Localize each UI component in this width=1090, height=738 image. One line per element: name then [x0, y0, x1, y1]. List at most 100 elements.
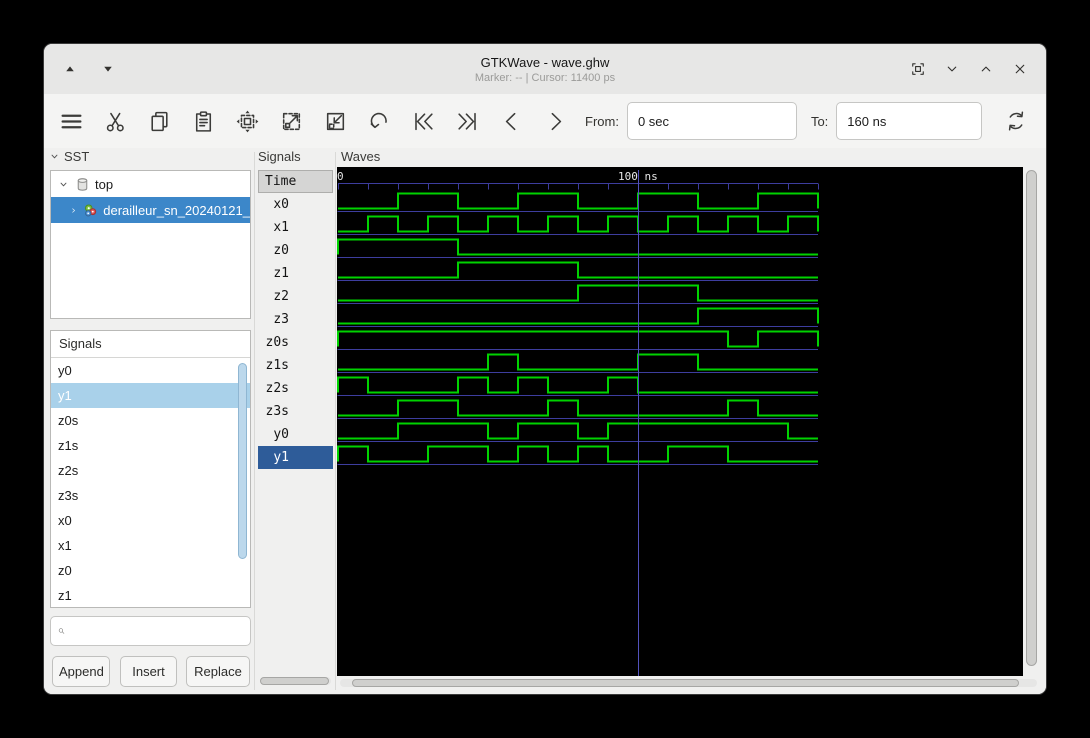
zoom-in-icon [282, 112, 300, 130]
tree-item-top[interactable]: top [51, 171, 250, 197]
waves-vscrollbar[interactable] [1026, 170, 1037, 666]
signal-name-x1[interactable]: x1 [258, 216, 333, 239]
waves-vscrollbar-thumb[interactable] [1026, 170, 1037, 666]
titlebar-center: GTKWave - wave.ghw Marker: -- | Cursor: … [44, 54, 1046, 85]
zoom-fit-icon [236, 110, 258, 132]
signal-list-header: Signals [51, 331, 250, 358]
signal-list-item-z1[interactable]: z1 [51, 583, 250, 607]
step-left-button[interactable] [495, 103, 527, 139]
undo-icon [370, 112, 387, 128]
toolbar: From: To: [44, 94, 1046, 148]
panel-splitter-left[interactable] [254, 152, 255, 690]
window-chevron-down-button[interactable] [940, 57, 964, 81]
to-input[interactable] [836, 102, 983, 140]
search-box [50, 616, 251, 646]
caret-down-icon [60, 182, 67, 186]
titlebar-left-controls [58, 44, 120, 94]
skip-to-end-button[interactable] [451, 103, 483, 139]
zoom-in-button[interactable] [275, 103, 307, 139]
menu-button[interactable] [55, 103, 87, 139]
reload-icon [1009, 111, 1024, 131]
signal-list-item-z2s[interactable]: z2s [51, 458, 250, 483]
skip-to-start-icon [414, 112, 433, 130]
signal-list[interactable]: y0 y1 z0s z1s z2s z3s x0 x1 z0 z1 [51, 358, 250, 607]
signal-list-item-z0[interactable]: z0 [51, 558, 250, 583]
fit-icon [912, 63, 924, 75]
skip-to-start-button[interactable] [407, 103, 439, 139]
signal-name-column[interactable]: x0 x1 z0 z1 z2 z3 z0s z1s z2s z3s y0 y1 [258, 193, 333, 469]
signal-search-input[interactable] [70, 616, 250, 646]
signal-name-z2s[interactable]: z2s [258, 377, 333, 400]
sst-tree[interactable]: top derailleur_sn_20240121_ [50, 170, 251, 319]
signal-name-z3s[interactable]: z3s [258, 400, 333, 423]
names-frame-label: Signals [258, 149, 301, 164]
copy-icon [150, 111, 168, 131]
window-chevron-up-button[interactable] [974, 57, 998, 81]
titlebar-right-controls [906, 44, 1032, 94]
database-icon [77, 177, 88, 191]
names-hscrollbar-thumb[interactable] [260, 677, 329, 685]
wave-canvas[interactable]: 0 100 ns [337, 167, 1023, 676]
triangle-down-icon [104, 66, 112, 72]
signal-name-y1[interactable]: y1 [258, 446, 333, 469]
main-content: SST top derailleur_sn_20240121_ Signals … [44, 148, 1046, 694]
signal-list-item-z1s[interactable]: z1s [51, 433, 250, 458]
signal-list-frame: Signals y0 y1 z0s z1s z2s z3s x0 x1 z0 z1 [50, 330, 251, 608]
sst-frame-label[interactable]: SST [48, 149, 89, 164]
undo-button[interactable] [363, 103, 395, 139]
signal-list-item-z0s[interactable]: z0s [51, 408, 250, 433]
reload-button[interactable] [1000, 103, 1032, 139]
signal-list-item-y0[interactable]: y0 [51, 358, 250, 383]
signal-list-scrollbar[interactable] [238, 363, 247, 559]
signal-name-y0[interactable]: y0 [258, 423, 333, 446]
signal-list-item-z3s[interactable]: z3s [51, 483, 250, 508]
panel-splitter-right[interactable] [335, 152, 336, 690]
waves-hscrollbar[interactable] [340, 679, 1037, 687]
cut-icon [106, 112, 124, 131]
zoom-fit-button[interactable] [231, 103, 263, 139]
chevron-down-icon [947, 66, 957, 72]
tree-item-instance-label: derailleur_sn_20240121_ [103, 202, 250, 218]
zoom-out-button[interactable] [319, 103, 351, 139]
signal-list-item-y1[interactable]: y1 [51, 383, 250, 408]
window-fit-button[interactable] [906, 57, 930, 81]
marker-cursor-status: Marker: -- | Cursor: 11400 ps [474, 71, 616, 84]
paste-button[interactable] [187, 103, 219, 139]
signal-name-z3[interactable]: z3 [258, 308, 333, 331]
titlebar: GTKWave - wave.ghw Marker: -- | Cursor: … [44, 44, 1046, 95]
signal-name-z1[interactable]: z1 [258, 262, 333, 285]
append-button[interactable]: Append [52, 656, 110, 687]
signal-list-item-x1[interactable]: x1 [51, 533, 250, 558]
caret-down-icon [51, 154, 58, 159]
signal-list-item-x0[interactable]: x0 [51, 508, 250, 533]
timeline-origin-label: 0 [337, 170, 344, 183]
window-title: GTKWave - wave.ghw [480, 54, 610, 70]
step-right-icon [551, 112, 561, 130]
search-icon [58, 628, 65, 634]
step-right-button[interactable] [539, 103, 571, 139]
waves-hscrollbar-thumb[interactable] [352, 679, 1019, 687]
signal-name-z2[interactable]: z2 [258, 285, 333, 308]
signal-name-z0[interactable]: z0 [258, 239, 333, 262]
caret-right-icon [72, 207, 75, 213]
signal-name-x0[interactable]: x0 [258, 193, 333, 216]
replace-button[interactable]: Replace [186, 656, 250, 687]
cut-button[interactable] [99, 103, 131, 139]
menu-icon [61, 114, 81, 128]
time-header[interactable]: Time [258, 170, 333, 193]
insert-button[interactable]: Insert [120, 656, 177, 687]
signal-name-z0s[interactable]: z0s [258, 331, 333, 354]
names-hscrollbar[interactable] [260, 677, 331, 685]
signal-list-scrollbar-thumb[interactable] [238, 363, 247, 559]
paste-icon [195, 110, 211, 132]
gtkwave-window: GTKWave - wave.ghw Marker: -- | Cursor: … [44, 44, 1046, 694]
window-triangle-down-button[interactable] [96, 57, 120, 81]
signal-name-z1s[interactable]: z1s [258, 354, 333, 377]
to-label: To: [810, 113, 829, 129]
waves-panel-label: Waves [341, 149, 381, 164]
window-close-button[interactable] [1008, 57, 1032, 81]
window-triangle-up-button[interactable] [58, 57, 82, 81]
copy-button[interactable] [143, 103, 175, 139]
tree-item-instance[interactable]: derailleur_sn_20240121_ [51, 197, 250, 223]
from-input[interactable] [626, 102, 797, 140]
